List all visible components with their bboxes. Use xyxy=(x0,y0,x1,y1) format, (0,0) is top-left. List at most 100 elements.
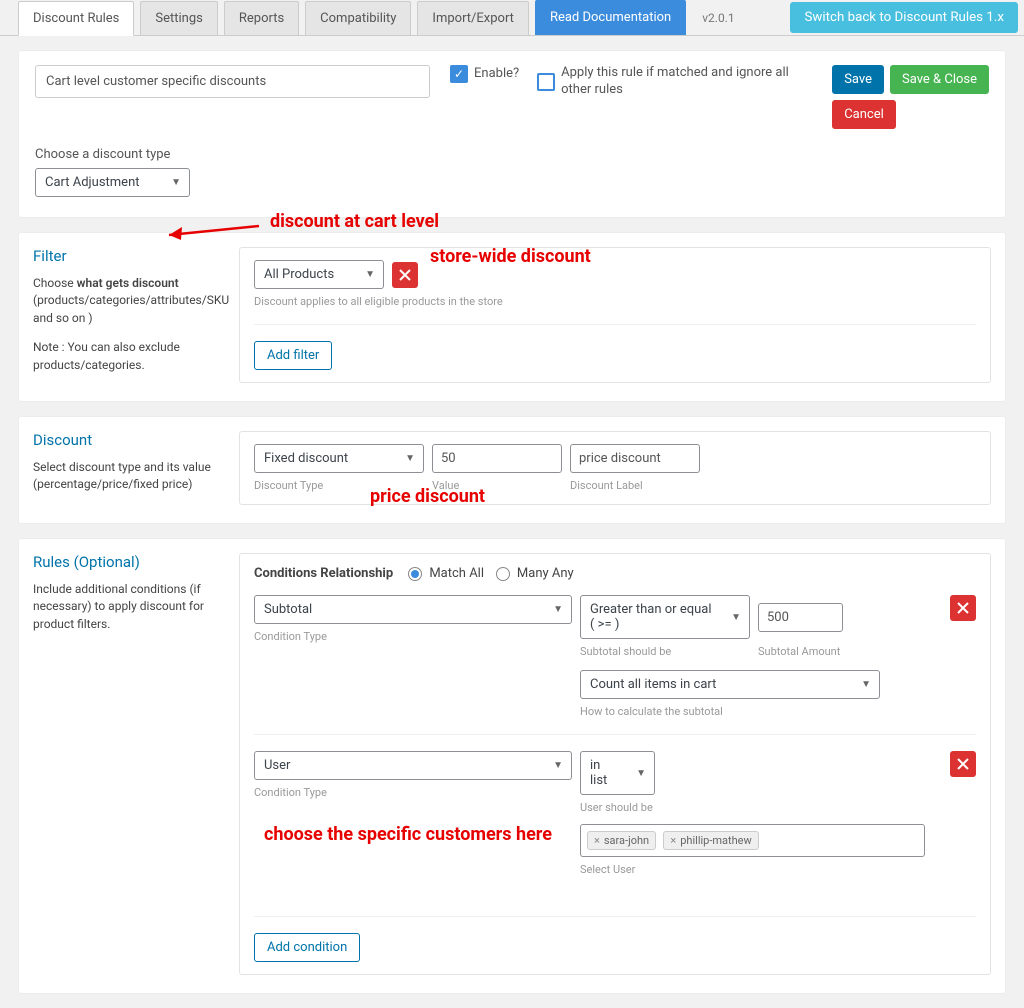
chevron-down-icon: ▼ xyxy=(397,453,423,464)
chevron-down-icon: ▼ xyxy=(545,604,571,615)
radio-label: Many Any xyxy=(517,566,574,581)
tab-import-export[interactable]: Import/Export xyxy=(417,1,529,35)
col-label: Value xyxy=(432,479,562,492)
user-multiselect[interactable]: × sara-john × phillip-mathew xyxy=(580,824,925,857)
tab-label: Settings xyxy=(155,11,202,26)
close-icon xyxy=(957,602,969,614)
user-tag[interactable]: × sara-john xyxy=(587,831,656,850)
tab-read-documentation[interactable]: Read Documentation xyxy=(535,0,686,35)
col-label: Subtotal should be xyxy=(580,645,750,658)
subtotal-operator-select[interactable]: Greater than or equal ( >= ) ▼ xyxy=(580,595,750,639)
col-label: User should be xyxy=(580,801,946,814)
select-value: Greater than or equal ( >= ) xyxy=(581,596,723,638)
user-tag[interactable]: × phillip-mathew xyxy=(663,831,758,850)
discount-label-input[interactable] xyxy=(570,444,700,473)
chevron-down-icon: ▼ xyxy=(357,269,383,280)
tab-bar: Discount Rules Settings Reports Compatib… xyxy=(0,0,1024,36)
remove-icon[interactable]: × xyxy=(670,834,676,847)
apply-ignore-label: Apply this rule if matched and ignore al… xyxy=(561,65,791,99)
delete-filter-button[interactable] xyxy=(392,262,418,288)
tab-label: Discount Rules xyxy=(33,11,119,26)
rule-name-input[interactable] xyxy=(35,65,430,98)
tab-compatibility[interactable]: Compatibility xyxy=(305,1,411,35)
discount-type-label: Choose a discount type xyxy=(35,147,989,162)
user-operator-select[interactable]: in list ▼ xyxy=(580,751,655,795)
radio-many-any[interactable] xyxy=(496,567,510,581)
tab-settings[interactable]: Settings xyxy=(140,1,217,35)
subtotal-amount-input[interactable] xyxy=(758,603,843,632)
save-close-button[interactable]: Save & Close xyxy=(890,65,989,94)
rules-desc: Include additional conditions (if necess… xyxy=(33,581,219,633)
filter-desc: Choose what gets discount (products/cate… xyxy=(33,275,219,327)
col-label: Select User xyxy=(580,863,946,876)
tag-label: phillip-mathew xyxy=(680,834,752,847)
add-filter-button[interactable]: Add filter xyxy=(254,341,332,370)
button-label: Cancel xyxy=(844,107,884,122)
chevron-down-icon: ▼ xyxy=(628,768,654,779)
discount-type-select[interactable]: Cart Adjustment ▼ xyxy=(35,168,190,197)
select-value: User xyxy=(255,752,299,779)
delete-condition-button[interactable] xyxy=(950,595,976,621)
close-icon xyxy=(957,758,969,770)
button-label: Save & Close xyxy=(902,72,977,87)
subtotal-calc-select[interactable]: Count all items in cart ▼ xyxy=(580,670,880,699)
radio-match-all[interactable] xyxy=(408,567,422,581)
col-label: Discount Label xyxy=(570,479,700,492)
filter-title: Filter xyxy=(33,247,219,265)
chevron-down-icon: ▼ xyxy=(723,612,749,623)
apply-ignore-toggle[interactable]: Apply this rule if matched and ignore al… xyxy=(537,65,791,99)
discount-desc: Select discount type and its value (perc… xyxy=(33,459,219,494)
filter-scope-select[interactable]: All Products ▼ xyxy=(254,260,384,289)
select-value: Count all items in cart xyxy=(581,671,725,698)
tab-discount-rules[interactable]: Discount Rules xyxy=(18,1,134,36)
cond-relationship-label: Conditions Relationship xyxy=(254,566,393,581)
select-value: All Products xyxy=(255,261,343,288)
switch-back-button[interactable]: Switch back to Discount Rules 1.x xyxy=(790,2,1018,33)
button-label: Save xyxy=(844,72,872,87)
rules-title: Rules (Optional) xyxy=(33,553,219,571)
tab-label: Compatibility xyxy=(320,11,396,26)
col-label: How to calculate the subtotal xyxy=(580,705,946,718)
tag-label: sara-john xyxy=(604,834,649,847)
add-condition-button[interactable]: Add condition xyxy=(254,933,360,962)
chevron-down-icon: ▼ xyxy=(545,760,571,771)
condition-type-select[interactable]: Subtotal ▼ xyxy=(254,595,572,624)
tab-reports[interactable]: Reports xyxy=(224,1,299,35)
cancel-button[interactable]: Cancel xyxy=(832,100,896,129)
save-button[interactable]: Save xyxy=(832,65,884,94)
col-label: Discount Type xyxy=(254,479,424,492)
enable-toggle[interactable]: ✓ Enable? xyxy=(450,65,519,83)
col-label: Subtotal Amount xyxy=(758,645,843,658)
text: (products/categories/attributes/SKU and … xyxy=(33,293,229,324)
delete-condition-button[interactable] xyxy=(950,751,976,777)
filter-note: Note : You can also exclude products/cat… xyxy=(33,339,219,374)
button-label: Switch back to Discount Rules 1.x xyxy=(804,10,1004,25)
version-label: v2.0.1 xyxy=(702,11,734,25)
discount-title: Discount xyxy=(33,431,219,449)
radio-label: Match All xyxy=(429,566,484,581)
tab-label: Reports xyxy=(239,11,284,26)
tab-label: Read Documentation xyxy=(550,10,671,25)
select-value: Fixed discount xyxy=(255,445,357,472)
col-label: Condition Type xyxy=(254,630,572,643)
discount-type-select2[interactable]: Fixed discount ▼ xyxy=(254,444,424,473)
text-bold: what gets discount xyxy=(77,276,179,290)
checkbox-icon xyxy=(537,73,555,91)
col-label: Condition Type xyxy=(254,786,572,799)
rules-section: Rules (Optional) Include additional cond… xyxy=(18,538,1006,994)
discount-value-input[interactable] xyxy=(432,444,562,473)
chevron-down-icon: ▼ xyxy=(853,679,879,690)
condition-type-select[interactable]: User ▼ xyxy=(254,751,572,780)
annotation-cart-level: discount at cart level xyxy=(270,211,439,232)
filter-hint: Discount applies to all eligible product… xyxy=(254,295,976,308)
button-label: Add filter xyxy=(267,348,319,363)
tab-label: Import/Export xyxy=(432,11,514,26)
select-value: Cart Adjustment xyxy=(36,169,149,196)
select-value: in list xyxy=(581,752,628,794)
rule-header-panel: ✓ Enable? Apply this rule if matched and… xyxy=(18,50,1006,218)
close-icon xyxy=(399,269,411,281)
discount-section: Discount Select discount type and its va… xyxy=(18,416,1006,524)
filter-section: Filter Choose what gets discount (produc… xyxy=(18,232,1006,402)
remove-icon[interactable]: × xyxy=(594,834,600,847)
check-icon: ✓ xyxy=(450,65,468,83)
